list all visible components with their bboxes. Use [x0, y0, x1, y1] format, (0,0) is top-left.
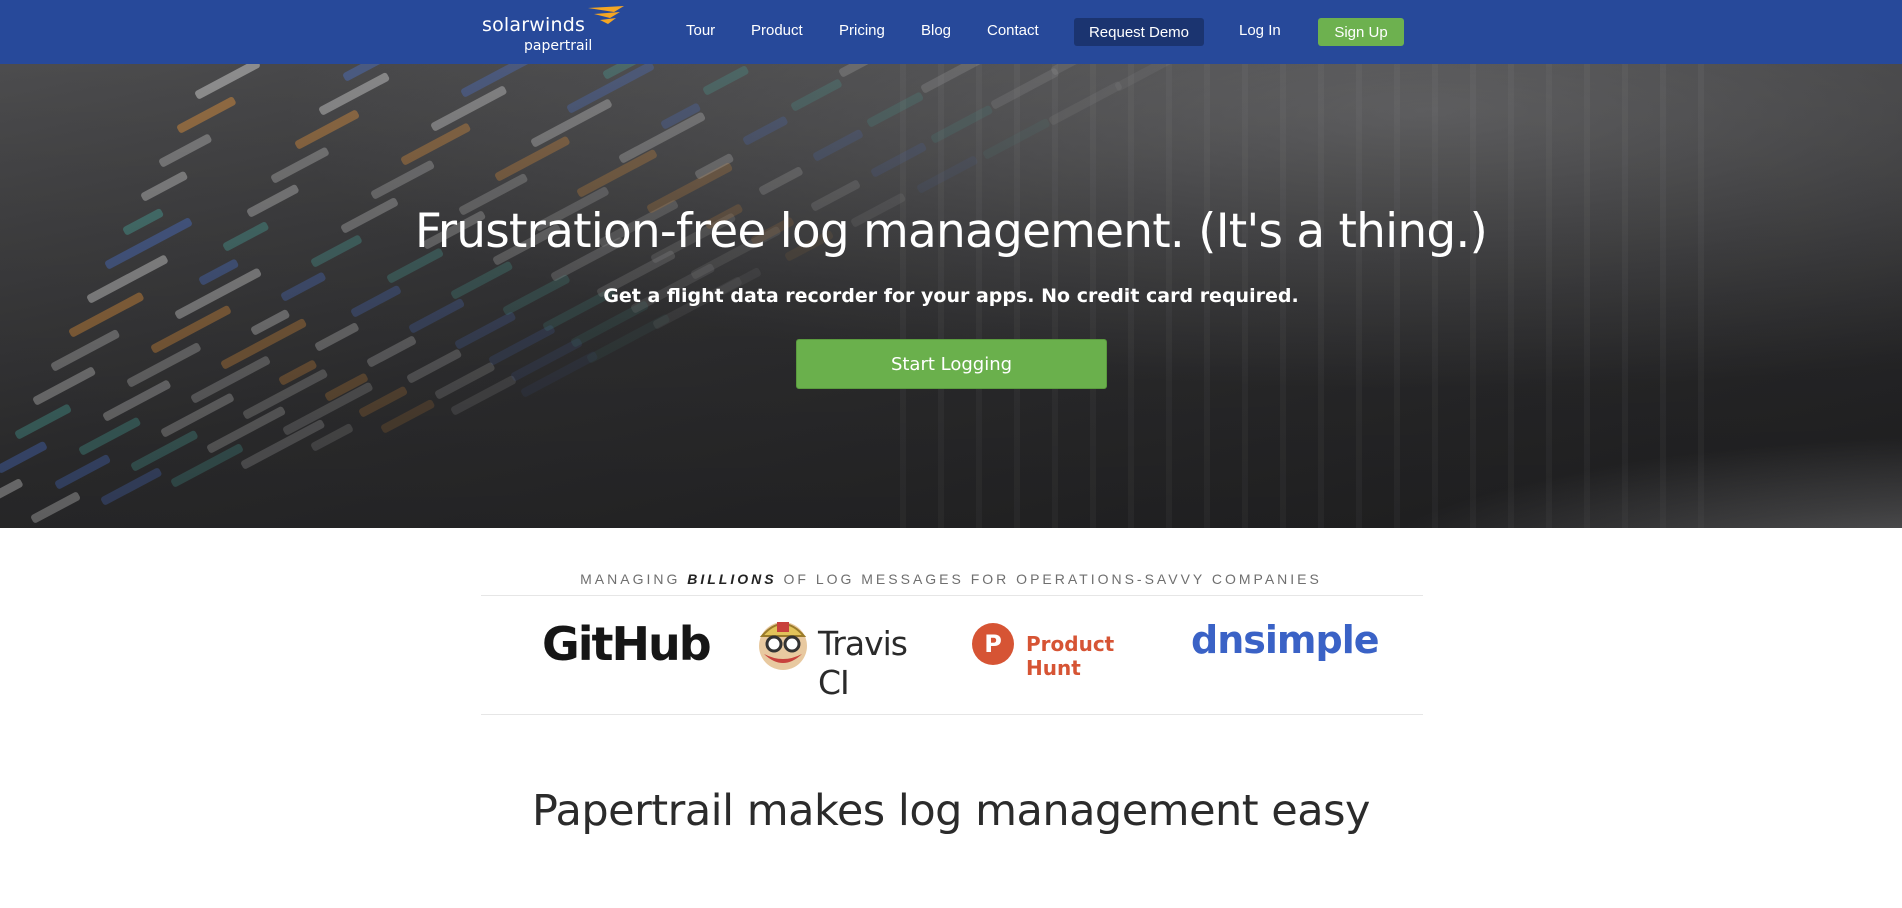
customers-tagline: MANAGING BILLIONS OF LOG MESSAGES FOR OP… [0, 571, 1902, 587]
login-link[interactable]: Log In [1239, 22, 1281, 39]
nav-link-product[interactable]: Product [751, 22, 803, 39]
product-hunt-p-icon: P [972, 623, 1014, 665]
nav-link-contact[interactable]: Contact [987, 22, 1039, 39]
github-logo: GitHub [542, 617, 712, 671]
product-hunt-text: Product Hunt [1026, 632, 1115, 680]
tagline-prefix: MANAGING [580, 571, 681, 587]
product-hunt-logo: P Product Hunt [972, 623, 1162, 680]
logo-brand-text: solarwinds [482, 14, 586, 36]
logo-product-text: papertrail [524, 38, 593, 54]
travis-ci-logo: Travis CI [754, 614, 938, 702]
start-logging-button[interactable]: Start Logging [796, 339, 1107, 389]
signup-button[interactable]: Sign Up [1318, 18, 1404, 46]
hero-subtitle: Get a flight data recorder for your apps… [603, 285, 1299, 307]
dnsimple-logo: dnsimple [1191, 618, 1379, 662]
tagline-suffix: OF LOG MESSAGES FOR OPERATIONS-SAVVY COM… [783, 571, 1322, 587]
travis-ci-text: Travis CI [818, 624, 908, 702]
solarwinds-papertrail-logo[interactable]: solarwinds papertrail [482, 4, 632, 56]
nav-link-tour[interactable]: Tour [686, 22, 715, 39]
nav-link-blog[interactable]: Blog [921, 22, 951, 39]
solarwinds-bird-icon [588, 6, 624, 24]
nav-link-pricing[interactable]: Pricing [839, 22, 885, 39]
travis-mascot-icon [759, 622, 807, 670]
hero-section: Frustration-free log management. (It's a… [0, 64, 1902, 528]
top-navbar: solarwinds papertrail Tour Product Prici… [0, 0, 1902, 64]
section-title: Papertrail makes log management easy [532, 786, 1370, 836]
tagline-emphasis: BILLIONS [687, 571, 777, 587]
divider-bottom [481, 714, 1423, 715]
hero-title: Frustration-free log management. (It's a… [414, 204, 1488, 259]
divider-top [481, 595, 1423, 596]
request-demo-button[interactable]: Request Demo [1074, 18, 1204, 46]
